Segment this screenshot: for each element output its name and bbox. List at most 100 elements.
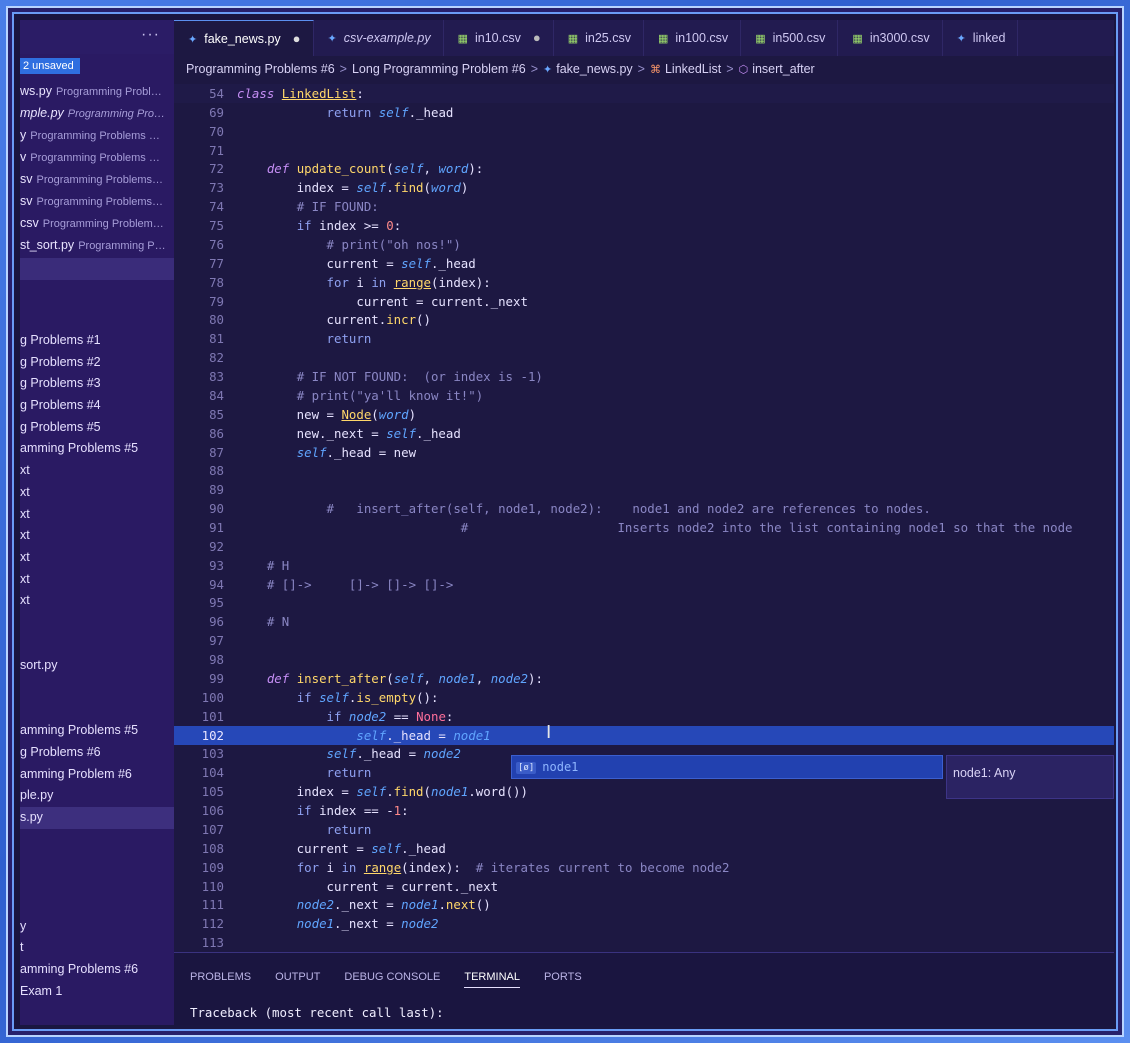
code-line[interactable]: 76 # print("oh nos!") — [174, 235, 1114, 254]
unsaved-dot-icon[interactable]: ● — [533, 30, 541, 45]
code-line[interactable]: 89 — [174, 480, 1114, 499]
tree-item[interactable]: xt — [20, 547, 174, 569]
tree-item[interactable]: amming Problems #5 — [20, 438, 174, 460]
tree-item[interactable]: g Problems #1 — [20, 330, 174, 352]
code-line[interactable]: 96 # N — [174, 612, 1114, 631]
code-line[interactable]: 93 # H — [174, 556, 1114, 575]
tree-item[interactable]: sort.py — [20, 655, 174, 677]
code-line[interactable]: 71 — [174, 141, 1114, 160]
tree-item[interactable] — [20, 699, 174, 721]
code-line[interactable]: 101 if node2 == None: — [174, 707, 1114, 726]
panel-tab-ports[interactable]: PORTS — [544, 971, 582, 987]
sticky-scroll-line[interactable]: 54 class LinkedList: — [174, 84, 1114, 103]
code-line[interactable]: 78 for i in range(index): — [174, 273, 1114, 292]
tree-item[interactable] — [20, 851, 174, 873]
code-line[interactable]: 98 — [174, 650, 1114, 669]
code-line[interactable]: 70 — [174, 122, 1114, 141]
tab-linked[interactable]: ✦ linked — [943, 20, 1019, 56]
tab-in10-csv[interactable]: ▦ in10.csv ● — [444, 20, 554, 56]
tree-item[interactable]: xt — [20, 590, 174, 612]
open-editor-item[interactable]: y Programming Problems … — [20, 124, 174, 146]
tree-item[interactable]: amming Problem #6 — [20, 764, 174, 786]
breadcrumb-item[interactable]: ⬡ insert_after — [739, 62, 815, 76]
unsaved-dot-icon[interactable]: ● — [293, 31, 301, 46]
open-editor-item[interactable]: st_sort.py Programming P… — [20, 234, 174, 256]
tree-item[interactable]: y — [20, 916, 174, 938]
tree-item[interactable]: g Problems #2 — [20, 352, 174, 374]
code-line[interactable]: 112 node1._next = node2 — [174, 914, 1114, 933]
tree-item[interactable]: ple.py — [20, 785, 174, 807]
code-line[interactable]: 97 — [174, 631, 1114, 650]
terminal-output[interactable]: Traceback (most recent call last): File … — [190, 1003, 1114, 1025]
open-editor-item[interactable]: ws.py Programming Probl… — [20, 80, 174, 102]
code-line[interactable]: 77 current = self._head — [174, 254, 1114, 273]
code-line[interactable]: 69 return self._head — [174, 103, 1114, 122]
tab-in3000-csv[interactable]: ▦ in3000.csv — [838, 20, 943, 56]
tree-item[interactable]: xt — [20, 569, 174, 591]
panel-tab-problems[interactable]: PROBLEMS — [190, 971, 251, 987]
tree-item[interactable]: xt — [20, 460, 174, 482]
tree-item[interactable] — [20, 612, 174, 634]
panel-tab-output[interactable]: OUTPUT — [275, 971, 320, 987]
code-line[interactable]: 83 # IF NOT FOUND: (or index is -1) — [174, 367, 1114, 386]
tree-item[interactable]: g Problems #5 — [20, 417, 174, 439]
more-actions-icon[interactable]: ··· — [141, 26, 160, 44]
code-line[interactable]: 73 index = self.find(word) — [174, 178, 1114, 197]
code-line[interactable]: 72 def update_count(self, word): — [174, 159, 1114, 178]
code-line[interactable]: 74 # IF FOUND: — [174, 197, 1114, 216]
code-line[interactable]: 109 for i in range(index): # iterates cu… — [174, 858, 1114, 877]
tree-item[interactable] — [20, 634, 174, 656]
tree-item[interactable] — [20, 829, 174, 851]
code-line[interactable]: 99 def insert_after(self, node1, node2): — [174, 669, 1114, 688]
code-line[interactable]: 81 return — [174, 329, 1114, 348]
code-line[interactable]: 88 — [174, 461, 1114, 480]
tree-item[interactable]: xt — [20, 525, 174, 547]
code-line[interactable]: 75 if index >= 0: — [174, 216, 1114, 235]
tree-item[interactable]: g Problems #6 — [20, 742, 174, 764]
code-line[interactable]: 87 self._head = new — [174, 443, 1114, 462]
tree-item[interactable]: Exam 1 — [20, 981, 174, 1003]
code-line[interactable]: 86 new._next = self._head — [174, 424, 1114, 443]
panel-tab-debug-console[interactable]: DEBUG CONSOLE — [344, 971, 440, 987]
tree-item[interactable]: xt — [20, 504, 174, 526]
tree-item[interactable]: amming Problems #6 — [20, 959, 174, 981]
code-line[interactable]: 91 # Inserts node2 into the list contain… — [174, 518, 1114, 537]
code-line[interactable]: 84 # print("ya'll know it!") — [174, 386, 1114, 405]
open-editor-item[interactable]: sv Programming Problems… — [20, 168, 174, 190]
code-line[interactable]: 113 — [174, 933, 1114, 952]
tree-item[interactable]: s.py — [20, 807, 174, 829]
code-line[interactable]: 85 new = Node(word) — [174, 405, 1114, 424]
open-editor-item[interactable]: csv Programming Problem… — [20, 212, 174, 234]
breadcrumb-item[interactable]: Long Programming Problem #6 — [352, 62, 526, 76]
code-line[interactable]: 100 if self.is_empty(): — [174, 688, 1114, 707]
tree-item[interactable] — [20, 677, 174, 699]
tree-item[interactable]: g Problems #4 — [20, 395, 174, 417]
open-editor-item[interactable]: mple.py Programming Pro… — [20, 102, 174, 124]
tree-item[interactable]: xt — [20, 482, 174, 504]
code-line[interactable]: 102 self._head = node1 — [174, 725, 1114, 745]
tab-in100-csv[interactable]: ▦ in100.csv — [644, 20, 742, 56]
code-line[interactable]: 82 — [174, 348, 1114, 367]
tab-in25-csv[interactable]: ▦ in25.csv — [554, 20, 644, 56]
code-line[interactable]: 95 — [174, 593, 1114, 612]
tree-item[interactable]: amming Problems #5 — [20, 720, 174, 742]
code-line[interactable]: 108 current = self._head — [174, 839, 1114, 858]
tab-fake-news-py[interactable]: ✦ fake_news.py ● — [174, 20, 314, 56]
code-line[interactable]: 106 if index == -1: — [174, 801, 1114, 820]
open-editor-item[interactable]: v Programming Problems … — [20, 146, 174, 168]
tab-in500-csv[interactable]: ▦ in500.csv — [741, 20, 839, 56]
breadcrumb-item[interactable]: ✦ fake_news.py — [543, 62, 633, 76]
tab-csv-example-py[interactable]: ✦ csv-example.py — [314, 20, 444, 56]
code-line[interactable]: 110 current = current._next — [174, 877, 1114, 896]
code-editor[interactable]: 54 class LinkedList: 69 return self._head 7… — [174, 80, 1114, 952]
code-line[interactable]: 94 # []-> []-> []-> []-> — [174, 575, 1114, 594]
code-line[interactable]: 92 — [174, 537, 1114, 556]
suggest-widget[interactable]: [ø] node1 — [511, 755, 943, 779]
sidebar-section-header[interactable] — [20, 258, 174, 280]
tree-item[interactable] — [20, 894, 174, 916]
breadcrumb-item[interactable]: ⌘ LinkedList — [650, 62, 721, 76]
code-line[interactable]: 111 node2._next = node1.next() — [174, 895, 1114, 914]
tree-item[interactable]: g Problems #3 — [20, 373, 174, 395]
code-line[interactable]: 79 current = current._next — [174, 292, 1114, 311]
breadcrumb-item[interactable]: Programming Problems #6 — [186, 62, 335, 76]
